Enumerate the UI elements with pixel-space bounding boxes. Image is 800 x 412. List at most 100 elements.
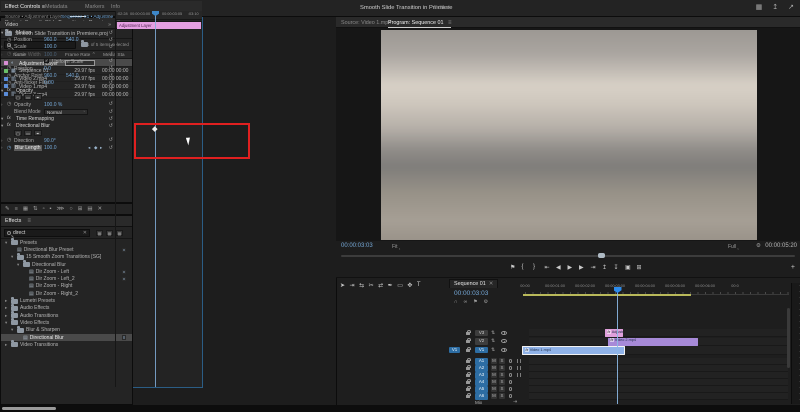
disclosure-triangle[interactable]: ▾ bbox=[17, 262, 21, 268]
disclosure-triangle[interactable]: ▸ bbox=[5, 313, 9, 319]
disclosure-triangle[interactable]: ▾ bbox=[11, 254, 15, 260]
panel-menu-icon[interactable]: ≡ bbox=[448, 20, 452, 26]
quick-export-icon[interactable]: ↥ bbox=[772, 3, 778, 11]
extract-icon[interactable]: ↧ bbox=[614, 264, 619, 271]
solo-button[interactable]: S bbox=[499, 393, 505, 399]
fx-badge[interactable]: fx bbox=[7, 30, 11, 35]
fx-badge[interactable]: fx bbox=[7, 88, 11, 93]
mini-timeline-ruler[interactable]: :02:28 00:00:03:00 00:00:03:05:03:10 bbox=[116, 11, 202, 20]
sync-lock-icon[interactable]: ⇅ bbox=[491, 338, 495, 344]
checkbox[interactable]: ✓ bbox=[44, 58, 49, 64]
effects-panel-tab[interactable]: Effects ≡ bbox=[1, 216, 132, 227]
lock-icon[interactable] bbox=[466, 386, 471, 391]
mute-button[interactable]: M bbox=[491, 365, 497, 371]
voiceover-record-icon[interactable] bbox=[509, 365, 512, 370]
type-tool-icon[interactable]: T bbox=[417, 282, 421, 289]
toggle-track-output-icon[interactable] bbox=[501, 347, 507, 352]
pen-mask-icon[interactable]: ✒ bbox=[34, 130, 42, 137]
linked-selection-icon[interactable]: ∞ bbox=[464, 299, 468, 305]
playback-resolution-select[interactable]: Full ˛ bbox=[728, 244, 739, 250]
voiceover-record-icon[interactable] bbox=[509, 379, 512, 384]
disclosure-triangle[interactable]: ▾ bbox=[1, 116, 3, 122]
rectangle-tool-icon[interactable]: ▭ bbox=[397, 282, 403, 289]
voiceover-record-icon[interactable] bbox=[509, 372, 512, 377]
mini-timeline-clip-bar[interactable]: Adjustment Layer bbox=[117, 22, 201, 29]
export-frame-icon[interactable]: ▣ bbox=[625, 264, 631, 271]
effects-folder-directional-blur[interactable]: ▾ Directional Blur bbox=[1, 260, 132, 268]
disclosure-triangle[interactable]: ▾ bbox=[11, 327, 15, 333]
reset-icon[interactable]: ↺ bbox=[109, 37, 113, 43]
disclosure-triangle[interactable]: ▸ bbox=[5, 305, 9, 311]
effects-folder-15-smooth-zoom-transitions-sg-[interactable]: ▾ 15 Smooth Zoom Transitions [SG] bbox=[1, 252, 132, 261]
disclosure-triangle[interactable]: ▸ bbox=[5, 298, 9, 304]
new-item-icon[interactable]: ▤ bbox=[87, 206, 92, 212]
voiceover-record-icon[interactable] bbox=[509, 358, 512, 363]
reset-icon[interactable]: ↺ bbox=[109, 65, 113, 71]
pen-tool-icon[interactable]: ✒ bbox=[388, 282, 393, 289]
reset-icon[interactable]: ↺ bbox=[109, 101, 113, 107]
track-lane[interactable] bbox=[529, 371, 788, 379]
workspaces-icon[interactable]: ▦ bbox=[756, 3, 763, 11]
stopwatch-icon[interactable]: ◷ bbox=[7, 37, 11, 43]
disclosure-triangle[interactable]: ▾ bbox=[1, 88, 3, 94]
snap-icon[interactable]: ∩ bbox=[454, 299, 458, 305]
effects-folder-video-effects[interactable]: ▾ Video Effects bbox=[1, 318, 132, 326]
button-editor-icon[interactable]: + bbox=[791, 264, 795, 271]
reset-icon[interactable]: ↺ bbox=[109, 137, 113, 143]
track-target-v3[interactable]: V3 bbox=[475, 329, 488, 336]
disclosure-triangle[interactable]: ▾ bbox=[1, 30, 3, 36]
track-target-a6[interactable]: A6 bbox=[475, 393, 488, 400]
add-keyframe-icon[interactable]: ◆ bbox=[94, 145, 97, 151]
step-back-icon[interactable]: ◀ bbox=[556, 264, 561, 271]
slip-tool-icon[interactable]: ⇄ bbox=[378, 282, 383, 289]
delete-icon[interactable]: ✕ bbox=[98, 206, 103, 212]
timeline-timecode[interactable]: 00:00:03:03 bbox=[454, 290, 488, 297]
video-section-bar[interactable]: Video» bbox=[0, 21, 115, 29]
property-value[interactable]: 100.0 bbox=[44, 145, 57, 151]
program-monitor-tab[interactable]: Program: Sequence 01 ≡ bbox=[388, 20, 452, 28]
reset-icon[interactable]: ↺ bbox=[109, 44, 113, 50]
property-value[interactable]: 0.0 bbox=[44, 66, 51, 72]
track-lane[interactable] bbox=[529, 378, 788, 386]
track-lane[interactable] bbox=[529, 364, 788, 372]
32bit-color-filter-icon[interactable]: ▦ bbox=[106, 230, 113, 236]
ellipse-mask-icon[interactable]: ◯ bbox=[14, 130, 22, 137]
close-icon[interactable]: ✕ bbox=[489, 281, 494, 287]
solo-button[interactable]: S bbox=[499, 379, 505, 385]
stopwatch-icon[interactable]: ◷ bbox=[7, 101, 11, 107]
timeline-vertical-scrollbar[interactable] bbox=[787, 308, 790, 368]
horizontal-scrollbar[interactable] bbox=[2, 407, 56, 410]
go-to-in-icon[interactable]: ⇤ bbox=[545, 264, 550, 271]
toggle-track-output-icon[interactable] bbox=[501, 330, 507, 335]
effects-folder-audio-effects[interactable]: ▸ Audio Effects bbox=[1, 303, 132, 312]
reset-icon[interactable]: ↺ bbox=[109, 30, 113, 36]
expander-icon[interactable]: › bbox=[1, 66, 3, 71]
lock-icon[interactable] bbox=[466, 338, 471, 343]
next-keyframe-icon[interactable]: ▸ bbox=[100, 145, 102, 151]
automate-to-sequence-icon[interactable]: ⋙ bbox=[57, 206, 65, 212]
tab-metadata[interactable]: Metadata bbox=[45, 4, 67, 10]
effect-item-dir-zoom-right[interactable]: ▤ Dir Zoom - Right bbox=[1, 283, 132, 290]
solo-button[interactable]: S bbox=[499, 386, 505, 392]
list-view-icon[interactable]: ≡ bbox=[15, 206, 18, 212]
disclosure-triangle[interactable]: ▾ bbox=[5, 240, 9, 246]
play-icon[interactable]: ▶ bbox=[568, 264, 573, 271]
selection-tool-icon[interactable]: ➤ bbox=[340, 282, 345, 289]
disclosure-triangle[interactable]: ▾ bbox=[5, 320, 9, 326]
mute-button[interactable]: M bbox=[491, 386, 497, 392]
zoom-level-select[interactable]: Fit ˛ bbox=[392, 244, 401, 250]
lock-icon[interactable] bbox=[466, 358, 471, 363]
effects-search-input[interactable]: direct ✕ bbox=[4, 229, 90, 237]
track-target-v2[interactable]: V2 bbox=[475, 338, 488, 345]
sequence-tab[interactable]: Sequence 01 ✕ bbox=[449, 279, 499, 288]
scrubber-track[interactable] bbox=[341, 255, 795, 257]
stopwatch-icon[interactable]: ◷ bbox=[7, 145, 11, 151]
solo-button[interactable]: S bbox=[499, 372, 505, 378]
accelerated-effects-filter-icon[interactable]: ▦ bbox=[96, 230, 103, 236]
expander-icon[interactable]: › bbox=[1, 80, 3, 85]
find-icon[interactable]: ○ bbox=[69, 206, 72, 212]
stopwatch-icon[interactable]: ◷ bbox=[7, 44, 11, 50]
lock-icon[interactable] bbox=[466, 365, 471, 370]
add-marker-icon[interactable]: ⚑ bbox=[473, 299, 477, 305]
expander-icon[interactable]: › bbox=[1, 44, 3, 49]
